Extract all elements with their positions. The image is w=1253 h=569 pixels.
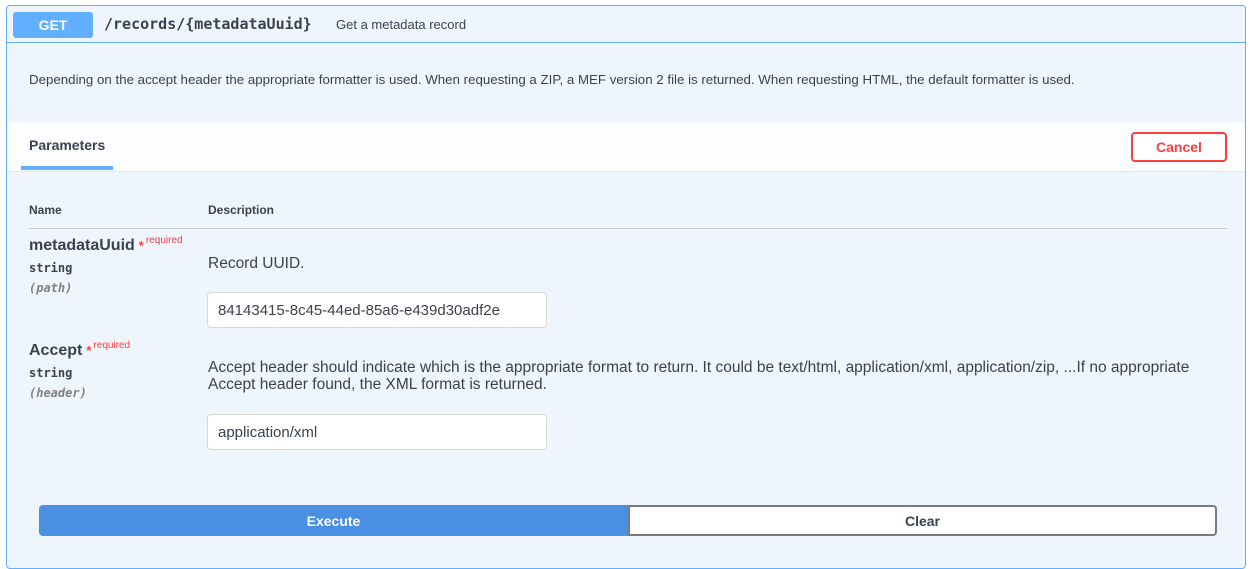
column-header-description: Description — [208, 203, 275, 217]
operation-summary-text: Get a metadata record — [336, 17, 467, 32]
accept-header-input[interactable] — [207, 414, 547, 450]
param-description: Accept header should indicate which is t… — [208, 359, 1189, 393]
column-header-name: Name — [29, 203, 62, 217]
action-buttons: Execute Clear — [39, 505, 1217, 536]
required-label: required — [145, 235, 183, 246]
table-divider — [29, 228, 1227, 229]
operation-summary[interactable]: GET /records/{metadataUuid} Get a metada… — [7, 6, 1245, 43]
metadata-uuid-input[interactable] — [207, 292, 547, 328]
param-description: Record UUID. — [208, 255, 305, 272]
param-location: (path) — [29, 281, 73, 295]
clear-button[interactable]: Clear — [628, 505, 1217, 536]
param-location: (header) — [29, 386, 87, 400]
required-label: required — [93, 340, 131, 351]
param-name: metadataUuid * required — [29, 235, 183, 255]
cancel-button[interactable]: Cancel — [1131, 132, 1227, 162]
parameters-header: Parameters Cancel — [7, 122, 1245, 172]
param-name: Accept * required — [29, 340, 131, 360]
operation-path: /records/{metadataUuid} — [104, 15, 312, 33]
operation-description: Depending on the accept header the appro… — [29, 72, 1075, 87]
operation-block: GET /records/{metadataUuid} Get a metada… — [6, 5, 1246, 569]
execute-button[interactable]: Execute — [39, 505, 628, 536]
param-description-line: Accept header found, the XML format is r… — [208, 376, 547, 393]
param-type: string — [29, 261, 73, 275]
required-star: * — [138, 238, 144, 253]
required-star: * — [86, 343, 92, 358]
param-type: string — [29, 366, 73, 380]
param-name-text: Accept — [29, 342, 83, 359]
method-badge: GET — [13, 12, 93, 38]
tab-parameters[interactable]: Parameters — [21, 122, 113, 170]
param-name-text: metadataUuid — [29, 237, 135, 254]
param-description-line: Accept header should indicate which is t… — [208, 359, 1190, 376]
